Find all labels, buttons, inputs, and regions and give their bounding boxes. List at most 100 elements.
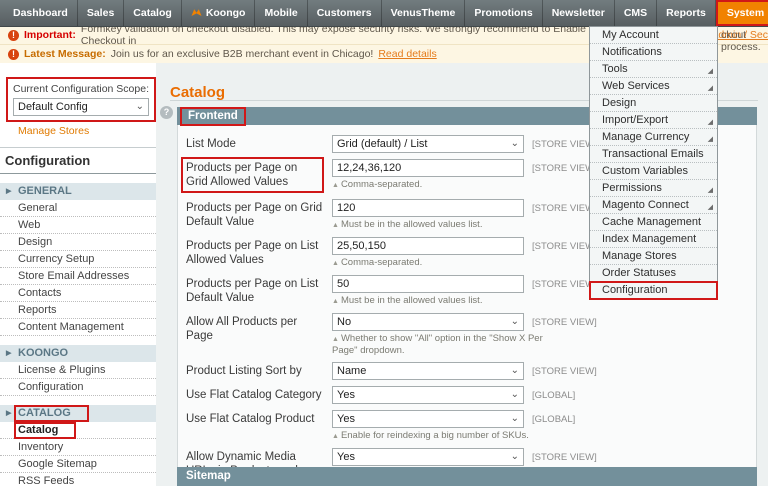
- system-menu-item-label: Cache Management: [602, 216, 702, 228]
- sidebar-item-label: Configuration: [18, 380, 84, 393]
- sidebar-item[interactable]: Currency Setup: [0, 251, 156, 268]
- nav-item[interactable]: Mobile: [255, 0, 308, 26]
- system-menu-item-label: Magento Connect: [602, 199, 689, 211]
- field-note-text: Comma-separated.: [340, 257, 423, 268]
- system-menu-item-label: Design: [602, 97, 637, 109]
- field-input[interactable]: [332, 199, 524, 217]
- nav-item[interactable]: Koongo: [182, 0, 256, 26]
- system-menu-item[interactable]: Design: [590, 95, 717, 112]
- field-select[interactable]: No ⌄: [332, 313, 524, 331]
- system-menu-item[interactable]: Index Management: [590, 231, 717, 248]
- system-menu-item[interactable]: Tools ◢: [590, 61, 717, 78]
- system-menu-item[interactable]: Notifications: [590, 44, 717, 61]
- nav-item-label: Sales: [86, 7, 115, 19]
- chevron-down-icon: ⌄: [510, 138, 519, 149]
- manage-stores-link[interactable]: Manage Stores: [18, 125, 89, 137]
- field-scope-label: [STORE VIEW]: [532, 317, 597, 328]
- sidebar-item[interactable]: General: [0, 200, 156, 217]
- field-select-value: Yes: [337, 413, 355, 425]
- scope-select-value: Default Config: [18, 101, 88, 113]
- field-control: Grid (default) / List ⌄: [332, 135, 524, 153]
- scope-select[interactable]: Default Config ⌄: [13, 98, 149, 116]
- sidebar-item[interactable]: Contacts: [0, 285, 156, 302]
- sidebar-item-label: Google Sitemap: [18, 457, 97, 470]
- nav-item[interactable]: Customers: [308, 0, 382, 26]
- system-menu-item[interactable]: Import/Export ◢: [590, 112, 717, 129]
- nav-item[interactable]: Catalog: [124, 0, 182, 26]
- sidebar-item-label: Inventory: [18, 440, 64, 453]
- system-menu-item[interactable]: Permissions ◢: [590, 180, 717, 197]
- field-label: Products per Page on List Default Value: [186, 278, 319, 304]
- system-menu-item[interactable]: Transactional Emails: [590, 146, 717, 163]
- nav-item[interactable]: VenusTheme: [382, 0, 466, 26]
- field-note-text: Must be in the allowed values list.: [340, 219, 483, 230]
- read-details-link[interactable]: Read details: [378, 48, 436, 60]
- system-menu-item[interactable]: Custom Variables: [590, 163, 717, 180]
- field-select[interactable]: Yes ⌄: [332, 448, 524, 466]
- sidebar-item[interactable]: Reports: [0, 302, 156, 319]
- field-select[interactable]: Grid (default) / List ⌄: [332, 135, 524, 153]
- system-menu-item[interactable]: My Account: [590, 27, 717, 44]
- submenu-corner-icon: ◢: [707, 204, 713, 211]
- note-arrow-icon: ▲: [332, 433, 339, 440]
- nav-item-label: Newsletter: [551, 7, 605, 19]
- nav-item-label: Mobile: [264, 7, 298, 19]
- nav-item[interactable]: Sales: [78, 0, 125, 26]
- nav-item[interactable]: Dashboard: [4, 0, 78, 26]
- sidebar-item[interactable]: Content Management: [0, 319, 156, 336]
- field-control: ▲Comma-separated.: [332, 237, 524, 269]
- field-select[interactable]: Yes ⌄: [332, 386, 524, 404]
- sidebar-item[interactable]: ▶ GENERAL: [0, 183, 156, 200]
- nav-item[interactable]: System: [715, 0, 768, 26]
- field-note-text: Enable for reindexing a big number of SK…: [340, 430, 529, 441]
- system-menu-item[interactable]: Web Services ◢: [590, 78, 717, 95]
- system-menu-item[interactable]: Magento Connect ◢: [590, 197, 717, 214]
- field-select[interactable]: Name ⌄: [332, 362, 524, 380]
- sidebar-item[interactable]: License & Plugins: [0, 362, 156, 379]
- help-icon[interactable]: ?: [160, 106, 173, 119]
- system-menu-item[interactable]: Manage Stores: [590, 248, 717, 265]
- system-menu-item-label: Transactional Emails: [602, 148, 704, 160]
- sidebar-item[interactable]: Configuration: [0, 379, 156, 396]
- triangle-right-icon: ▶: [6, 410, 12, 417]
- system-menu-item[interactable]: Manage Currency ◢: [590, 129, 717, 146]
- nav-item-label: Promotions: [474, 7, 533, 19]
- system-menu-item[interactable]: Configuration: [589, 281, 718, 300]
- config-field-row: Use Flat Catalog Category Yes ⌄ [GLOBAL]: [186, 386, 756, 404]
- field-control: No ⌄ ▲ Whether to show "All" option in th…: [332, 313, 543, 356]
- field-select[interactable]: Yes ⌄: [332, 410, 524, 428]
- system-menu-item[interactable]: Cache Management: [590, 214, 717, 231]
- chevron-down-icon: ⌄: [135, 101, 144, 112]
- field-label: Products per Page on List Allowed Values: [186, 240, 319, 266]
- field-select-value: Grid (default) / List: [337, 138, 428, 150]
- nav-item[interactable]: Reports: [657, 0, 716, 26]
- sidebar-item[interactable]: ▶ CATALOG: [0, 405, 156, 422]
- nav-item[interactable]: Promotions: [465, 0, 543, 26]
- field-control: Name ⌄: [332, 362, 524, 380]
- submenu-corner-icon: ◢: [707, 136, 713, 143]
- field-input[interactable]: [332, 237, 524, 255]
- field-note: ▲ Comma-separated.: [332, 257, 544, 269]
- sitemap-section-header[interactable]: Sitemap: [177, 467, 757, 486]
- sidebar-item[interactable]: Web: [0, 217, 156, 234]
- sidebar-item[interactable]: Inventory: [0, 439, 156, 456]
- sidebar-item[interactable]: Store Email Addresses: [0, 268, 156, 285]
- field-input[interactable]: [332, 275, 524, 293]
- sidebar-item-label: Currency Setup: [18, 252, 95, 265]
- sidebar-item[interactable]: Catalog: [0, 422, 156, 439]
- field-label: Allow All Products per Page: [186, 316, 298, 342]
- sidebar-item-label: Catalog: [14, 422, 77, 439]
- field-input[interactable]: [332, 159, 524, 177]
- nav-item-label: System: [726, 7, 765, 19]
- sidebar-item[interactable]: ▶ KOONGO: [0, 345, 156, 362]
- nav-item[interactable]: Newsletter: [543, 0, 615, 26]
- sidebar-item[interactable]: Design: [0, 234, 156, 251]
- field-note-text: Comma-separated.: [340, 179, 423, 190]
- config-field-row: Allow All Products per Page No ⌄ ▲ Whethe…: [186, 313, 756, 356]
- sidebar-item-label: General: [18, 201, 58, 214]
- sidebar-item[interactable]: Google Sitemap: [0, 456, 156, 473]
- sidebar-item[interactable]: RSS Feeds: [0, 473, 156, 486]
- field-select-value: Name: [337, 365, 367, 377]
- nav-item[interactable]: CMS: [615, 0, 658, 26]
- system-menu-item[interactable]: Order Statuses: [590, 265, 717, 282]
